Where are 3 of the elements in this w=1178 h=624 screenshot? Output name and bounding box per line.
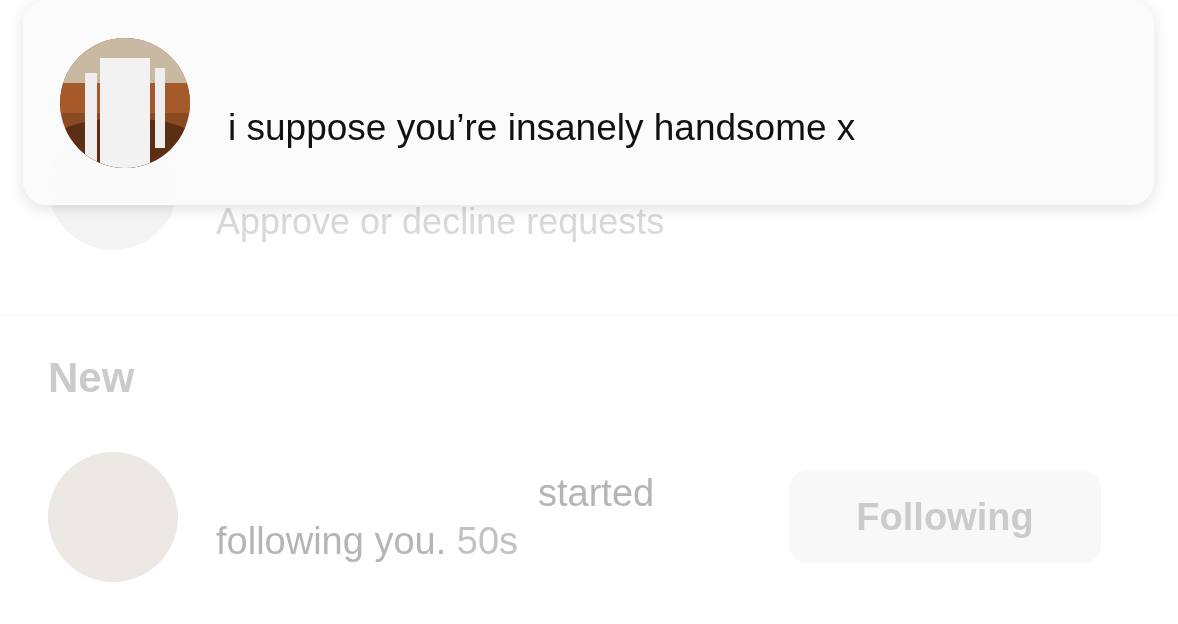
notification-toast[interactable]: i suppose you’re insanely handsome x — [23, 0, 1154, 205]
notification-message: i suppose you’re insanely handsome x — [228, 106, 856, 149]
activity-text: started following you. 50s — [216, 471, 656, 564]
